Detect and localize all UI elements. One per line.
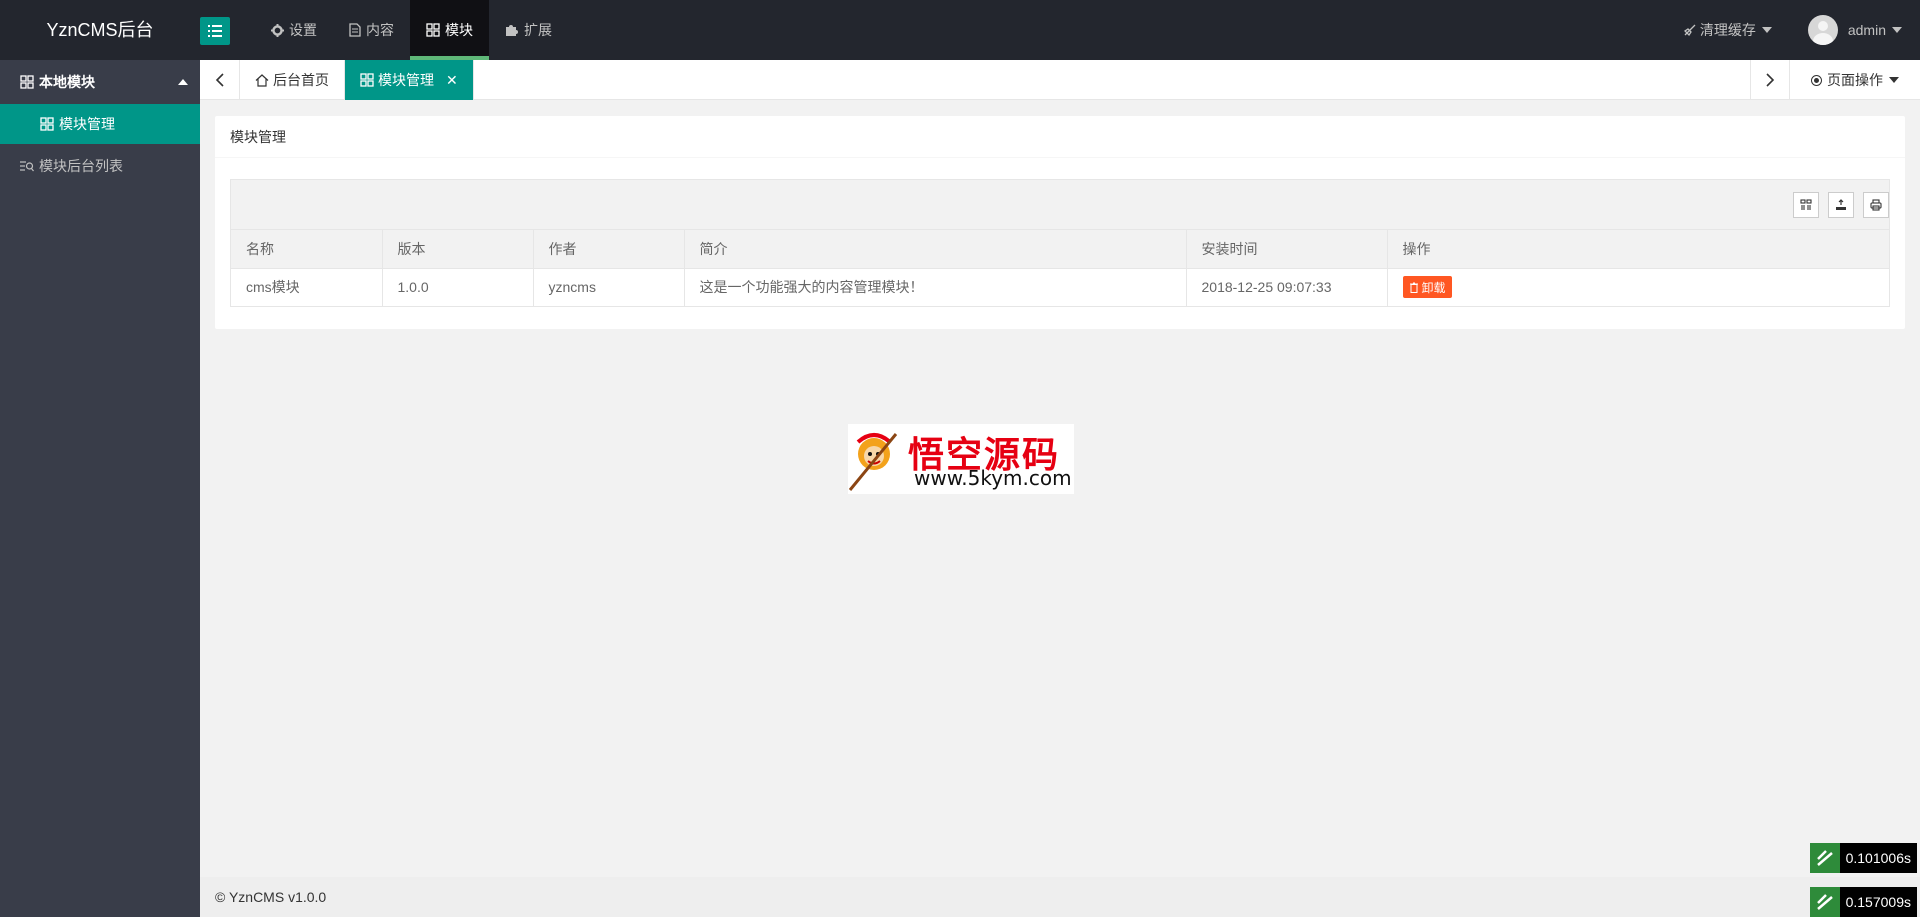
chevron-down-icon (1761, 27, 1772, 33)
debug-timer-badge-1[interactable]: 0.101006s (1809, 843, 1917, 873)
nav-modules[interactable]: 模块 (410, 0, 489, 60)
monkey-king-icon (848, 433, 898, 491)
puzzle-icon (505, 23, 519, 37)
list-search-icon (20, 160, 34, 172)
sidebar-item-label: 模块管理 (59, 116, 115, 132)
home-icon (255, 73, 269, 87)
column-header-name[interactable]: 名称 (231, 230, 383, 269)
modules-icon (426, 23, 440, 37)
cell-author: yzncms (533, 268, 685, 306)
clear-cache-button[interactable]: 清理缓存 (1666, 0, 1790, 60)
debug-timer-badge-2[interactable]: 0.157009s (1809, 887, 1917, 917)
print-button[interactable] (1863, 192, 1889, 218)
column-header-install-time[interactable]: 安装时间 (1186, 230, 1388, 269)
gear-icon (271, 23, 284, 37)
export-button[interactable] (1828, 192, 1854, 218)
header-right: 清理缓存 admin (1666, 0, 1920, 60)
uninstall-button[interactable]: 卸载 (1402, 276, 1452, 299)
page-operations-dropdown[interactable]: 页面操作 (1790, 60, 1920, 100)
chevron-up-icon (178, 79, 188, 85)
leaf-icon (1809, 843, 1840, 873)
module-data-table: 名称 版本 作者 简介 安装时间 操作 cms模块 1.0.0 yzncms 这… (231, 230, 1889, 306)
broom-icon (1683, 24, 1696, 36)
tab-home-label: 后台首页 (273, 72, 329, 88)
document-icon (349, 23, 361, 37)
clear-cache-label: 清理缓存 (1699, 22, 1756, 38)
uninstall-label: 卸载 (1421, 280, 1446, 295)
sidebar-item-label: 模块后台列表 (39, 158, 123, 174)
table-header-row: 名称 版本 作者 简介 安装时间 操作 (231, 230, 1889, 269)
sidebar-item-module-admin-list[interactable]: 模块后台列表 (0, 144, 200, 188)
close-icon[interactable]: ✕ (446, 72, 458, 89)
modules-icon (40, 117, 54, 131)
export-icon (1836, 199, 1846, 210)
watermark-url: www.5kym.com (914, 466, 1072, 490)
sidebar-group-local-modules[interactable]: 本地模块 (0, 60, 200, 104)
columns-filter-button[interactable] (1793, 192, 1819, 218)
tabs-next-button[interactable] (1750, 60, 1790, 100)
column-header-description[interactable]: 简介 (684, 230, 1187, 269)
column-header-author[interactable]: 作者 (533, 230, 685, 269)
nav-extensions-label: 扩展 (524, 22, 552, 38)
debug-timer-value: 0.157009s (1845, 894, 1911, 910)
radio-dot-icon (1811, 74, 1822, 86)
tab-home[interactable]: 后台首页 (240, 60, 345, 100)
app-logo[interactable]: YznCMS后台 (0, 0, 200, 60)
list-icon (208, 25, 222, 37)
tab-module-management-label: 模块管理 (378, 72, 434, 88)
nav-content-label: 内容 (366, 22, 394, 38)
print-icon (1870, 199, 1882, 211)
nav-extensions[interactable]: 扩展 (489, 0, 568, 60)
cell-name: cms模块 (231, 268, 383, 306)
table-row: cms模块 1.0.0 yzncms 这是一个功能强大的内容管理模块！ 2018… (231, 268, 1889, 306)
username: admin (1847, 22, 1886, 38)
column-header-version[interactable]: 版本 (382, 230, 534, 269)
top-nav: 设置 内容 模块 扩展 (255, 0, 568, 60)
tab-module-management[interactable]: 模块管理 ✕ (345, 60, 474, 100)
sidebar-toggle-button[interactable] (200, 17, 230, 45)
cell-actions: 卸载 (1387, 268, 1889, 306)
card-title: 模块管理 (215, 116, 1905, 158)
sidebar-group-label: 本地模块 (39, 74, 95, 90)
chevron-left-icon (215, 73, 224, 87)
chevron-down-icon (1889, 77, 1899, 83)
chevron-right-icon (1765, 73, 1774, 87)
tabs-bar: 后台首页 模块管理 ✕ 页面操作 (200, 60, 1920, 100)
cell-description: 这是一个功能强大的内容管理模块！ (684, 268, 1187, 306)
tabs-prev-button[interactable] (200, 60, 240, 100)
column-header-actions[interactable]: 操作 (1387, 230, 1889, 269)
cell-version: 1.0.0 (382, 268, 534, 306)
top-header: YznCMS后台 设置 内容 模块 扩展 清理缓存 admin (0, 0, 1920, 60)
avatar (1807, 15, 1838, 45)
module-management-card: 模块管理 名称 版本 作者 简介 安装时间 操作 cms模块 1.0.0 yzn… (215, 116, 1905, 329)
nav-content[interactable]: 内容 (333, 0, 410, 60)
chevron-down-icon (1892, 27, 1902, 33)
leaf-icon (1809, 887, 1840, 917)
cell-install-time: 2018-12-25 09:07:33 (1186, 268, 1388, 306)
trash-icon (1409, 282, 1419, 293)
sidebar: 本地模块 模块管理 模块后台列表 (0, 60, 200, 917)
watermark-logo: 悟空源码 www.5kym.com (848, 424, 1074, 494)
nav-modules-label: 模块 (445, 22, 473, 38)
nav-settings-label: 设置 (289, 22, 317, 38)
debug-timer-value: 0.101006s (1845, 850, 1911, 866)
modules-icon (20, 75, 34, 89)
modules-icon (360, 73, 374, 87)
page-operations-label: 页面操作 (1827, 72, 1883, 88)
sidebar-item-module-management[interactable]: 模块管理 (0, 104, 200, 144)
user-menu[interactable]: admin (1790, 0, 1920, 60)
columns-icon (1800, 199, 1812, 210)
nav-settings[interactable]: 设置 (255, 0, 333, 60)
footer: © YznCMS v1.0.0 (200, 877, 1920, 917)
tabs: 后台首页 模块管理 ✕ (240, 60, 474, 100)
module-table: 名称 版本 作者 简介 安装时间 操作 cms模块 1.0.0 yzncms 这… (230, 179, 1890, 307)
table-toolbar (231, 180, 1889, 230)
